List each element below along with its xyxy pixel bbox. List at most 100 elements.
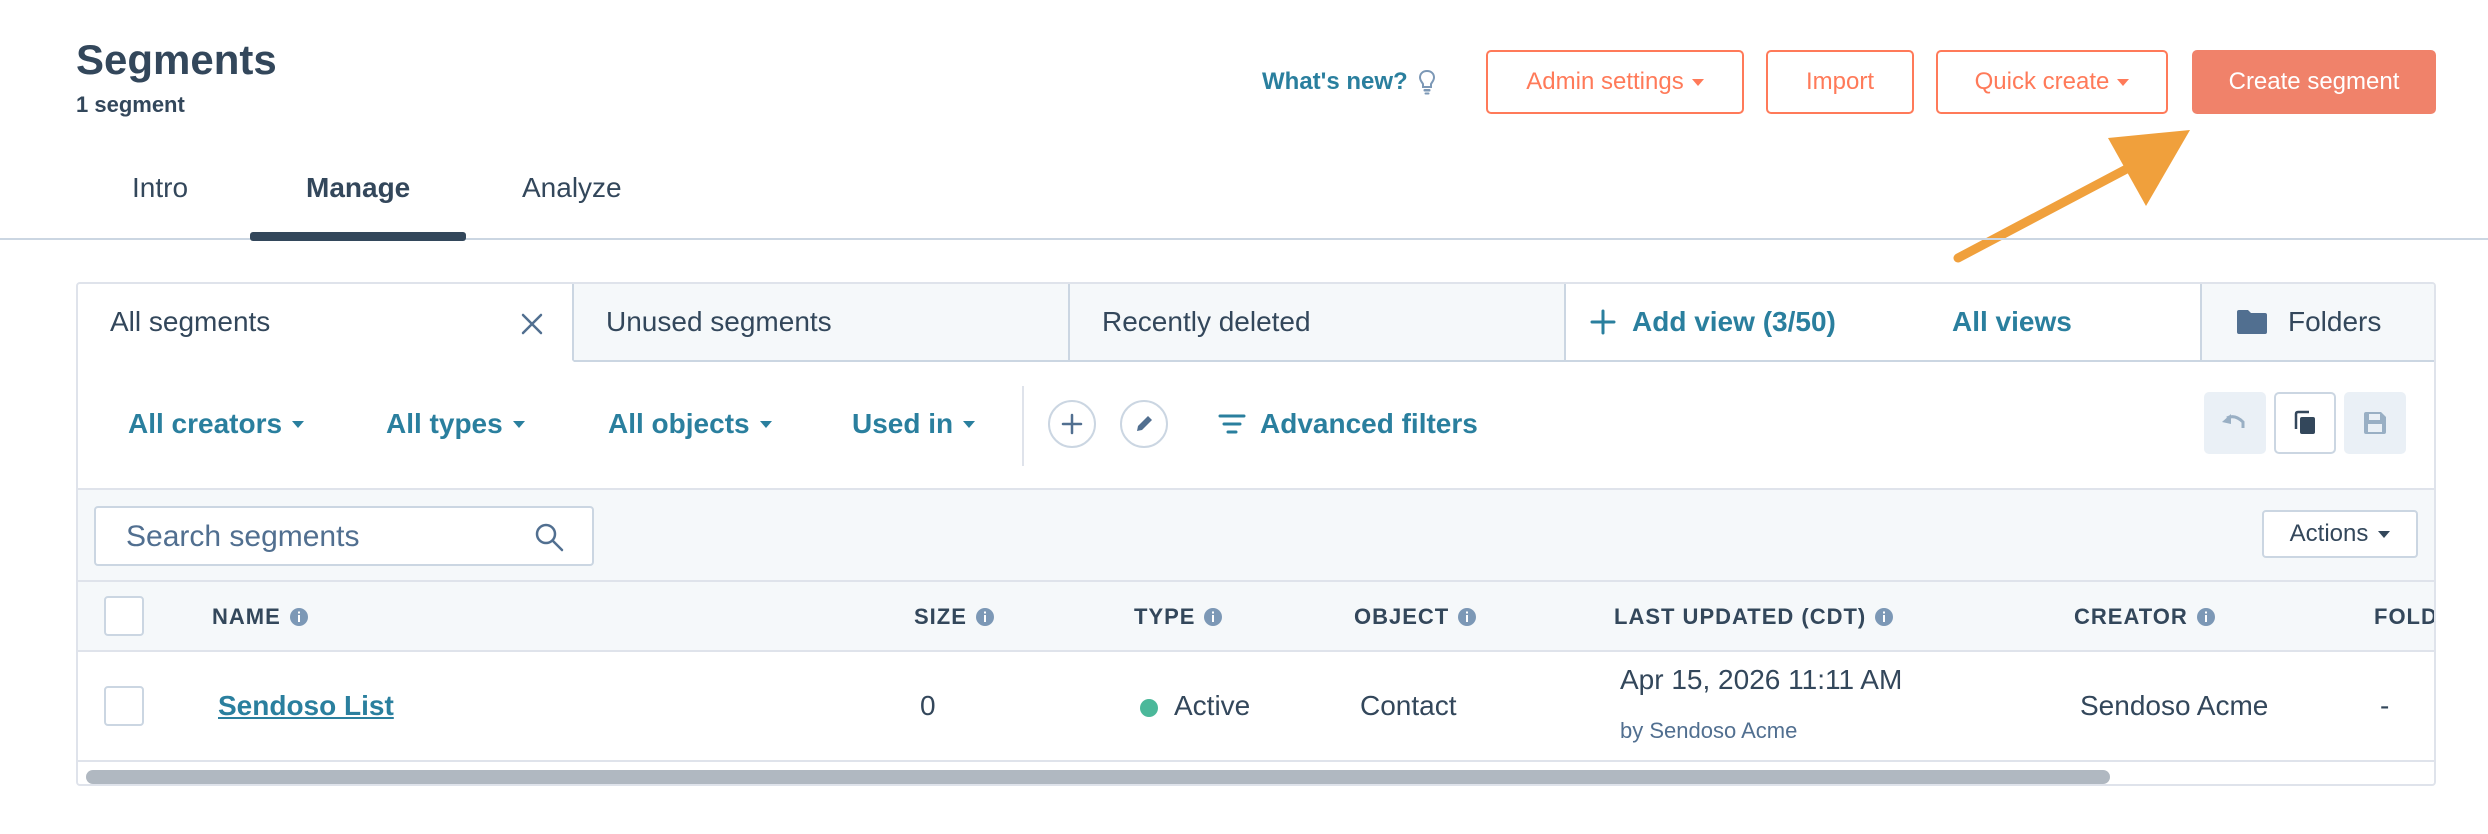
chevron-down-icon — [759, 420, 772, 428]
segments-card: All segments Unused segments Recently de… — [76, 282, 2436, 786]
edit-filters-button[interactable] — [1120, 400, 1168, 448]
info-icon[interactable] — [2196, 607, 2216, 627]
objects-filter-label: All objects — [608, 408, 750, 439]
tab-intro[interactable]: Intro — [132, 172, 188, 204]
tab-manage[interactable]: Manage — [306, 172, 410, 204]
save-view-button[interactable] — [2344, 392, 2406, 454]
chevron-down-icon — [2378, 530, 2391, 538]
view-tab-label: Unused segments — [606, 306, 832, 337]
search-icon[interactable] — [534, 522, 564, 552]
advanced-filters-button[interactable]: Advanced filters — [1218, 408, 1478, 440]
admin-settings-label: Admin settings — [1526, 68, 1684, 95]
actions-button[interactable]: Actions — [2262, 510, 2418, 558]
objects-filter[interactable]: All objects — [608, 408, 772, 440]
segment-type: Active — [1140, 690, 1250, 722]
add-view-button[interactable]: Add view (3/50) — [1590, 306, 1836, 338]
actions-label: Actions — [2289, 520, 2369, 547]
column-header-label: CREATOR — [2074, 604, 2188, 629]
tab-analyze[interactable]: Analyze — [522, 172, 622, 204]
segment-updated-by: by Sendoso Acme — [1620, 718, 1798, 743]
info-icon[interactable] — [1457, 607, 1477, 627]
segment-type-label: Active — [1174, 690, 1251, 721]
creators-filter-label: All creators — [128, 408, 283, 439]
add-view-label: Add view (3/50) — [1632, 306, 1836, 337]
save-icon — [2364, 412, 2386, 434]
copy-icon — [2294, 410, 2315, 434]
status-dot-icon — [1140, 698, 1158, 717]
view-tab-label: All segments — [110, 306, 271, 337]
undo-icon — [2222, 414, 2245, 428]
import-button[interactable]: Import — [1766, 50, 1914, 114]
filter-lines-icon — [1218, 414, 1246, 434]
clone-view-button[interactable] — [2274, 392, 2336, 454]
undo-button[interactable] — [2204, 392, 2266, 454]
used-in-filter-label: Used in — [852, 408, 954, 439]
info-icon[interactable] — [289, 607, 309, 627]
column-header-type[interactable]: TYPE — [1134, 604, 1223, 630]
column-header-creator[interactable]: CREATOR — [2074, 604, 2216, 630]
folder-icon — [2237, 310, 2267, 334]
segment-name-link[interactable]: Sendoso List — [218, 690, 394, 722]
segment-folder: - — [2380, 690, 2390, 721]
add-filter-button[interactable] — [1048, 400, 1096, 448]
column-header-name[interactable]: NAME — [212, 604, 309, 630]
search-input[interactable] — [126, 518, 526, 556]
scrollbar-thumb[interactable] — [86, 770, 2110, 784]
plus-icon — [1061, 413, 1083, 435]
admin-settings-button[interactable]: Admin settings — [1486, 50, 1744, 114]
view-tab-unused-segments[interactable]: Unused segments — [574, 284, 1070, 362]
chevron-down-icon — [292, 420, 305, 428]
main-tabs: Intro Manage Analyze — [0, 160, 2488, 241]
used-in-filter[interactable]: Used in — [852, 408, 976, 440]
filter-divider — [1022, 386, 1024, 466]
quick-create-button[interactable]: Quick create — [1936, 50, 2168, 114]
select-all-checkbox[interactable] — [104, 596, 144, 636]
column-header-label: TYPE — [1134, 604, 1196, 629]
column-header-object[interactable]: OBJECT — [1354, 604, 1477, 630]
close-icon[interactable] — [520, 312, 544, 336]
view-tab-label: Recently deleted — [1102, 306, 1311, 337]
horizontal-scrollbar[interactable] — [78, 762, 2434, 784]
info-icon[interactable] — [975, 607, 995, 627]
info-icon[interactable] — [1874, 607, 1894, 627]
pencil-icon — [1137, 416, 1152, 431]
segment-object: Contact — [1360, 690, 1457, 721]
chevron-down-icon — [2117, 78, 2130, 86]
segment-creator: Sendoso Acme — [2080, 690, 2269, 721]
segment-count: 1 segment — [76, 92, 185, 117]
column-header-label: LAST UPDATED (CDT) — [1614, 604, 1867, 629]
filter-bar: All creators All types All objects Used … — [78, 362, 2434, 490]
whats-new-label: What's new? — [1262, 68, 1408, 95]
advanced-filters-label: Advanced filters — [1260, 408, 1478, 439]
types-filter-label: All types — [386, 408, 503, 439]
column-header-label: FOLD — [2374, 604, 2436, 629]
column-header-label: NAME — [212, 604, 281, 629]
segment-size: 0 — [920, 690, 936, 721]
all-views-link[interactable]: All views — [1952, 306, 2072, 338]
column-header-last-updated[interactable]: LAST UPDATED (CDT) — [1614, 604, 1894, 630]
view-tab-recently-deleted[interactable]: Recently deleted — [1070, 284, 1566, 362]
create-segment-button[interactable]: Create segment — [2192, 50, 2436, 114]
import-label: Import — [1805, 68, 1874, 95]
view-tab-all-segments[interactable]: All segments — [78, 284, 574, 362]
creators-filter[interactable]: All creators — [128, 408, 305, 440]
lightbulb-icon — [1418, 69, 1435, 95]
column-header-label: SIZE — [914, 604, 967, 629]
whats-new-link[interactable]: What's new? — [1262, 68, 1436, 96]
quick-create-label: Quick create — [1974, 68, 2110, 95]
active-tab-indicator — [250, 232, 466, 241]
column-header-size[interactable]: SIZE — [914, 604, 995, 630]
table-header: NAME SIZE TYPE OBJECT LAST UPDATED (CDT)… — [78, 580, 2434, 652]
row-checkbox[interactable] — [104, 686, 144, 726]
info-icon[interactable] — [1203, 607, 1223, 627]
chevron-down-icon — [512, 420, 525, 428]
column-header-folder[interactable]: FOLD — [2374, 604, 2436, 630]
types-filter[interactable]: All types — [386, 408, 525, 440]
plus-icon — [1590, 309, 1616, 335]
folders-tab[interactable]: Folders — [2200, 284, 2434, 362]
column-header-label: OBJECT — [1354, 604, 1450, 629]
search-box — [94, 506, 594, 566]
chevron-down-icon — [963, 420, 976, 428]
create-segment-label: Create segment — [2228, 68, 2400, 95]
table-row: Sendoso List 0 Active Contact Apr 15, 20… — [78, 652, 2434, 762]
